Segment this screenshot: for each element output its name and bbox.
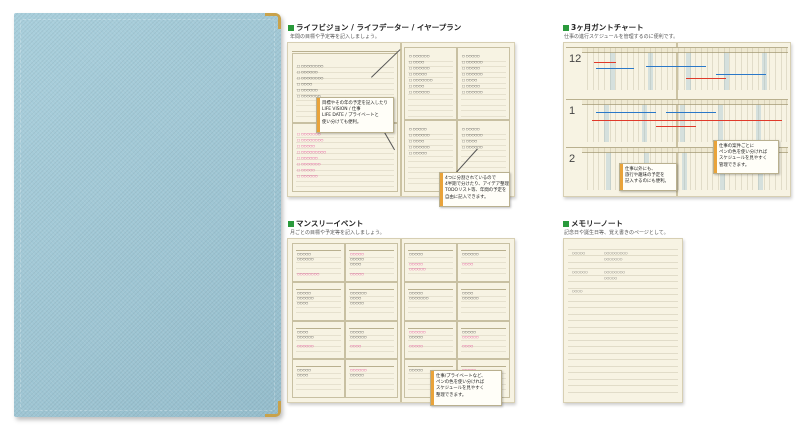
gantt-month-row: 12	[566, 47, 788, 90]
life-quarter-1: ○ ○○○○○○ □ ○○○○ □ ○○○○○○ □ ○○○○○ □ ○○○○○○○ □ …	[404, 47, 457, 120]
monthly-section-title: マンスリーイベント	[288, 218, 363, 229]
life-section-title: ライフビジョン / ライフデーター / イヤープラン	[288, 22, 461, 33]
callout-line: スケジュールを見やすく	[719, 156, 767, 162]
monthly-title-text: マンスリーイベント	[296, 219, 364, 228]
monthly-page-left: ○○○○○ ○○○○○○ ○○○○○○○○ ○○○○○ ○○○○○ ○○○○ ○○○○○ …	[292, 243, 398, 398]
spread-gutter	[400, 239, 402, 402]
green-square-icon	[563, 24, 569, 31]
monthly-cell: ○○○○○○○○○○○○○○○○	[404, 320, 457, 360]
monthly-section-subtitle: 月ごとの目標や予定等を記入しましょう。	[290, 230, 385, 236]
monthly-cell: ○○○○○ ○○○○	[292, 359, 345, 398]
monthly-cell: ○○○○○○○○○○○○○○○	[292, 281, 345, 321]
gantt-section-title: 3ヶ月ガントチャート	[563, 22, 644, 33]
monthly-cell: ○○○○○○○○○○○○○○○	[457, 320, 510, 360]
spread-gutter	[400, 43, 402, 196]
callout-line: 記入するのにも便利。	[625, 179, 669, 185]
life-title-text: ライフビジョン / ライフデーター / イヤープラン	[296, 23, 462, 32]
life-section-subtitle: 年間の目標や予定等を記入しましょう。	[290, 34, 380, 40]
gantt-callout-2: 仕事の案件ごとに ペンの色を使い分ければ スケジュールを見やすく 管理できます。	[713, 140, 779, 174]
monthly-cell: ○○○○○○ ○○○○○	[345, 359, 398, 398]
memo-title-text: メモリーノート	[571, 219, 624, 228]
callout-line: TODOリスト等、年間の予定を	[445, 188, 507, 194]
life-strip	[292, 47, 398, 52]
diary-cover	[14, 13, 281, 417]
monthly-callout: 仕事/プライベートなど、 ペンの色を使い分ければ スケジュールを見やすく 整理で…	[430, 370, 502, 406]
green-square-icon	[288, 220, 294, 227]
monthly-cell: ○○○○○○○○○○○○○○○○○○○	[292, 243, 345, 282]
monthly-cell: ○○○○○ ○○○○○○○	[404, 281, 457, 321]
monthly-cell: ○○○○○○○○○○○○○○○○	[292, 320, 345, 360]
callout-line: 自由に記入できます。	[445, 194, 489, 200]
gantt-month-label: 2	[569, 153, 576, 165]
life-callout-1: 目標やその年の予定を記入したり LIFE VISION / 仕事 LIFE DA…	[316, 97, 394, 133]
monthly-cell: ○○○○○○○○○○○○○○○	[345, 320, 398, 360]
cover-stitching	[20, 19, 275, 411]
callout-line: 整理できます。	[436, 392, 467, 398]
green-square-icon	[288, 24, 294, 31]
gantt-callout-1: 仕事以外にも、 旅行や趣味の予定を 記入するのにも便利。	[619, 163, 677, 191]
memo-section-title: メモリーノート	[563, 218, 623, 229]
memo-section-subtitle: 記念日や誕生日等、覚え書きのページとして。	[564, 230, 669, 236]
gantt-month-label: 12	[569, 53, 582, 65]
monthly-cell: ○○○○○○○○○○○○○○○○	[404, 243, 457, 282]
gantt-month-label: 1	[569, 105, 576, 117]
green-square-icon	[563, 220, 569, 227]
gantt-section-subtitle: 仕事の進行スケジュールを管理するのに便利です。	[564, 34, 679, 40]
callout-line: 使い分けても便利。	[322, 119, 362, 125]
monthly-cell: ○○○○○○○○○○○○○○○	[345, 281, 398, 321]
callout-line: 管理できます。	[719, 162, 750, 168]
monthly-cell: ○○○○○○○○○○	[457, 243, 510, 282]
gantt-title-text: 3ヶ月ガントチャート	[571, 23, 644, 32]
monthly-cell: ○○○○○○○○○○	[457, 281, 510, 321]
gold-corner-bottom	[265, 401, 281, 417]
life-callout-2: 4つに分割されているので 4半期で分けたり、アイデア整理 TODOリスト等、年間…	[439, 172, 510, 207]
gold-corner-top	[265, 13, 281, 29]
life-quarter-2: ○ ○○○○○ □ ○○○○○○ □ ○○○○○ □ ○○○○○○ □ ○○○○ □ ○○…	[457, 47, 510, 120]
memo-page: ○○○○○ ○○○○○○○○○ ○○○○○○○ ○○○○○○ ○○○○○○○○ …	[563, 238, 683, 403]
memo-ruled-lines	[568, 243, 678, 398]
monthly-cell: ○○○○○○○○○○○○○○○○○○○	[345, 243, 398, 282]
gantt-month-row: 1	[566, 99, 788, 142]
